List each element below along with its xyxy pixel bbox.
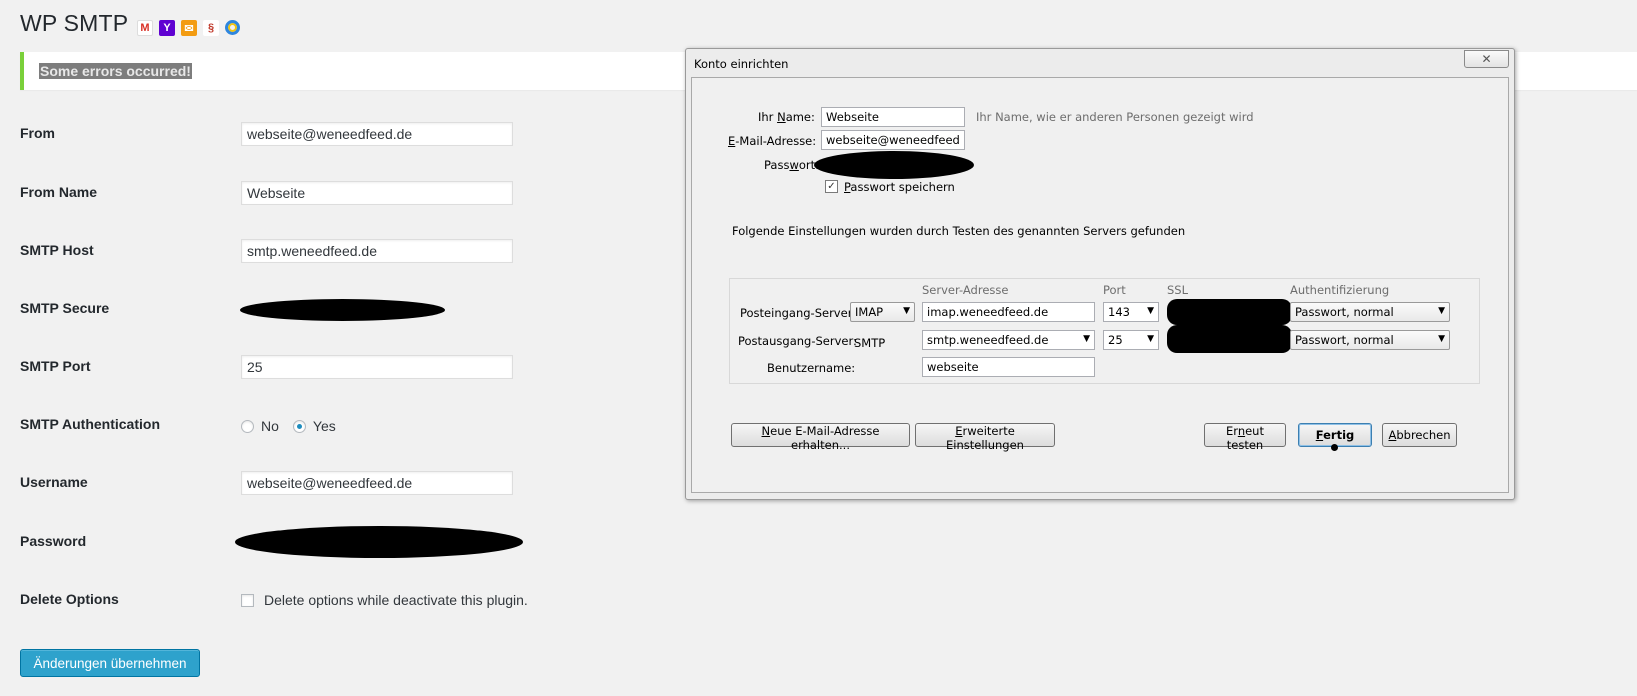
incoming-server-input[interactable] [922, 302, 1095, 322]
new-email-button[interactable]: Neue E-Mail-Adresse erhalten... [731, 423, 910, 452]
outgoing-protocol: SMTP [854, 336, 886, 350]
retest-text-a: Er [1226, 424, 1238, 438]
found-settings-text: Folgende Einstellungen wurden durch Test… [732, 224, 1186, 238]
password-redaction [235, 526, 523, 558]
chevron-down-icon: ▼ [1147, 306, 1154, 316]
cursor-dot [1331, 444, 1338, 451]
smtp-host-label: SMTP Host [20, 242, 94, 258]
outgoing-server-select[interactable]: smtp.weneedfeed.de ▼ [922, 330, 1095, 350]
password-label-accesskey: w [789, 158, 799, 172]
outgoing-ssl-redaction [1167, 325, 1292, 353]
name-label: Ihr Name: [758, 110, 815, 124]
from-name-input[interactable] [241, 181, 513, 205]
password-redaction [814, 151, 974, 179]
from-label: From [20, 125, 55, 141]
username-label: Benutzername: [767, 361, 856, 375]
advanced-settings-button[interactable]: Erweiterte Einstellungen [915, 423, 1055, 452]
name-label-b: ame: [785, 110, 815, 124]
outgoing-auth-select[interactable]: Passwort, normal ▼ [1290, 330, 1450, 350]
smtp-port-label: SMTP Port [20, 358, 91, 374]
dialog-title: Konto einrichten [694, 57, 789, 71]
auth-no-radio[interactable] [241, 419, 254, 433]
plugin-icons: M Y ✉ § [137, 20, 240, 36]
outgoing-server-value: smtp.weneedfeed.de [927, 333, 1049, 347]
done-text: ertig [1323, 428, 1355, 442]
col-port: Port [1103, 283, 1126, 297]
chevron-down-icon: ▼ [1083, 334, 1090, 344]
delete-options-row: Delete options while deactivate this plu… [241, 592, 528, 608]
outgoing-port-select[interactable]: 25 ▼ [1103, 330, 1159, 350]
chevron-down-icon: ▼ [903, 306, 910, 316]
username-input[interactable] [922, 357, 1095, 377]
from-input[interactable] [241, 122, 513, 146]
done-accesskey: F [1315, 428, 1324, 442]
dialog-content: Ihr Name: Ihr Name, wie er anderen Perso… [691, 77, 1509, 493]
retest-button[interactable]: Erneut testen [1204, 423, 1286, 452]
smtp-secure-label: SMTP Secure [20, 300, 110, 316]
name-input[interactable] [821, 107, 965, 127]
gmail-icon: M [137, 20, 153, 36]
password-label-a: Pass [764, 158, 790, 172]
new-email-text: eue E-Mail-Adresse erhalten... [770, 424, 880, 452]
name-hint: Ihr Name, wie er anderen Personen gezeig… [976, 110, 1254, 124]
name-label-a: Ihr [758, 110, 778, 124]
cancel-text: bbrechen [1396, 428, 1451, 442]
smtp-secure-redaction [240, 299, 445, 321]
dialog-close-button[interactable]: ✕ [1464, 50, 1509, 68]
password-label: Password [20, 533, 87, 549]
incoming-port-select[interactable]: 143 ▼ [1103, 302, 1159, 322]
col-ssl: SSL [1167, 283, 1189, 297]
email-label: E-Mail-Adresse: [728, 134, 816, 148]
server-settings-group: Server-Adresse Port SSL Authentifizierun… [729, 278, 1480, 384]
cancel-button[interactable]: Abbrechen [1382, 423, 1457, 447]
incoming-port-value: 143 [1108, 305, 1130, 319]
auth-yes-label: Yes [312, 418, 336, 434]
save-password-label: Passwort speichern [844, 180, 955, 194]
delete-options-checkbox[interactable] [241, 593, 254, 607]
col-server-address: Server-Adresse [922, 283, 1009, 297]
notice-text: Some errors occurred! [39, 63, 192, 79]
smtp-host-input[interactable] [241, 239, 513, 263]
email-label-b: -Mail-Adresse: [735, 134, 817, 148]
incoming-server-label: Posteingang-Server: [740, 306, 857, 320]
mail-icon: ✉ [181, 20, 197, 36]
chevron-down-icon: ▼ [1147, 334, 1154, 344]
smtp-port-input[interactable] [241, 355, 513, 379]
outgoing-server-label: Postausgang-Server: [738, 334, 857, 348]
email-input[interactable] [821, 130, 965, 150]
username-label: Username [20, 474, 88, 490]
incoming-protocol-value: IMAP [855, 305, 884, 319]
outgoing-auth-value: Passwort, normal [1295, 333, 1394, 347]
auth-yes-radio[interactable] [292, 419, 306, 433]
incoming-protocol-select[interactable]: IMAP ▼ [850, 302, 915, 322]
incoming-auth-value: Passwort, normal [1295, 305, 1394, 319]
incoming-auth-select[interactable]: Passwort, normal ▼ [1290, 302, 1450, 322]
name-label-accesskey: N [777, 110, 786, 124]
delete-options-label: Delete Options [20, 591, 119, 607]
save-password-text: asswort speichern [850, 180, 955, 194]
close-icon: ✕ [1481, 51, 1492, 66]
smtp-auth-label: SMTP Authentication [20, 416, 160, 432]
outgoing-port-value: 25 [1108, 333, 1123, 347]
password-label: Passwort: [764, 158, 819, 172]
delete-options-text: Delete options while deactivate this plu… [264, 592, 528, 608]
new-email-accesskey: N [761, 424, 771, 438]
chevron-down-icon: ▼ [1438, 334, 1445, 344]
yahoo-icon: Y [159, 20, 175, 36]
auth-no-label: No [261, 418, 279, 434]
colored-ring-icon [225, 20, 240, 35]
retest-accesskey: n [1237, 424, 1246, 438]
chevron-down-icon: ▼ [1438, 306, 1445, 316]
account-setup-dialog: Konto einrichten ✕ Ihr Name: Ihr Name, w… [685, 48, 1515, 500]
page-title: WP SMTP [20, 10, 129, 36]
username-input[interactable] [241, 471, 513, 495]
incoming-ssl-redaction [1167, 299, 1292, 325]
save-changes-button[interactable]: Änderungen übernehmen [20, 649, 200, 677]
col-authentication: Authentifizierung [1290, 283, 1390, 297]
red-logo-icon: § [203, 20, 219, 36]
smtp-auth-radio-group: No Yes [241, 418, 350, 434]
from-name-label: From Name [20, 184, 98, 200]
save-password-checkbox[interactable]: ✓ [825, 180, 838, 193]
